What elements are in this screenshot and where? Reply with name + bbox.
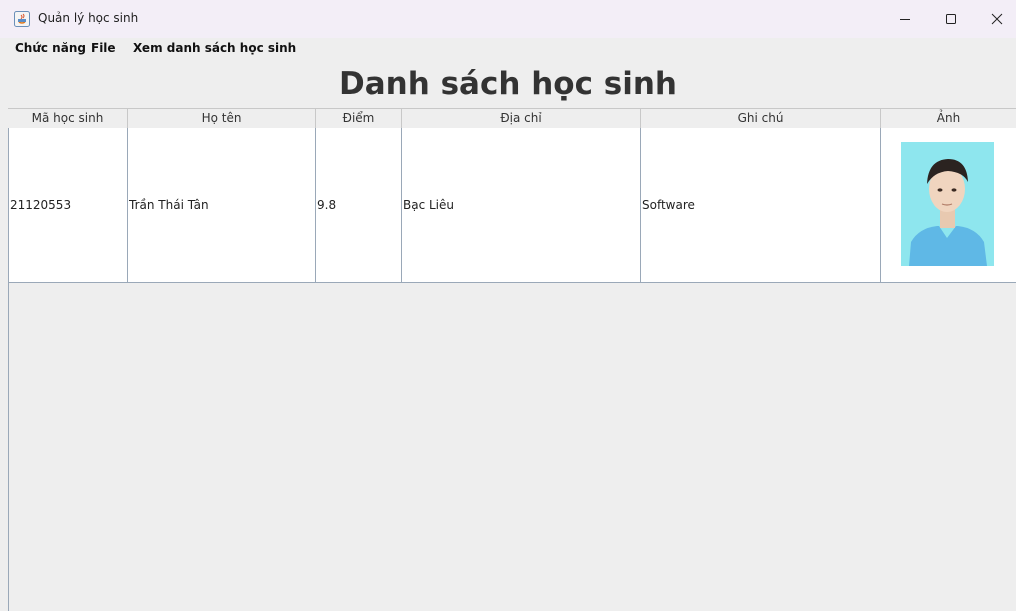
close-icon	[991, 13, 1003, 25]
menu-bar: Chức năng File Xem danh sách học sinh	[0, 38, 1016, 59]
window-title: Quản lý học sinh	[38, 11, 139, 25]
column-header-id[interactable]: Mã học sinh	[8, 109, 127, 128]
minimize-button[interactable]	[882, 0, 928, 38]
cell-score[interactable]: 9.8	[315, 128, 401, 282]
column-header-score[interactable]: Điểm	[315, 109, 401, 128]
title-bar: Quản lý học sinh	[0, 0, 1016, 38]
page-title: Danh sách học sinh	[339, 66, 677, 102]
student-photo	[901, 142, 994, 266]
menu-file[interactable]: File	[91, 41, 116, 55]
close-button[interactable]	[974, 0, 1016, 38]
table-left-border	[8, 282, 9, 611]
minimize-icon	[900, 19, 910, 20]
java-app-icon	[14, 11, 30, 27]
maximize-icon	[946, 14, 956, 24]
cell-note[interactable]: Software	[640, 128, 880, 282]
column-header-photo[interactable]: Ảnh	[880, 109, 1016, 128]
menu-xem-danh-sach[interactable]: Xem danh sách học sinh	[133, 41, 296, 55]
menu-chuc-nang[interactable]: Chức năng	[15, 41, 86, 55]
cell-name[interactable]: Trần Thái Tân	[127, 128, 315, 282]
column-header-name[interactable]: Họ tên	[127, 109, 315, 128]
column-header-note[interactable]: Ghi chú	[640, 109, 880, 128]
column-header-address[interactable]: Địa chỉ	[401, 109, 640, 128]
maximize-button[interactable]	[928, 0, 974, 38]
table-row[interactable]: 21120553 Trần Thái Tân 9.8 Bạc Liêu Soft…	[8, 128, 1016, 283]
table-header: Mã học sinh Họ tên Điểm Địa chỉ Ghi chú …	[8, 108, 1016, 129]
cell-id[interactable]: 21120553	[8, 128, 127, 282]
cell-address[interactable]: Bạc Liêu	[401, 128, 640, 282]
